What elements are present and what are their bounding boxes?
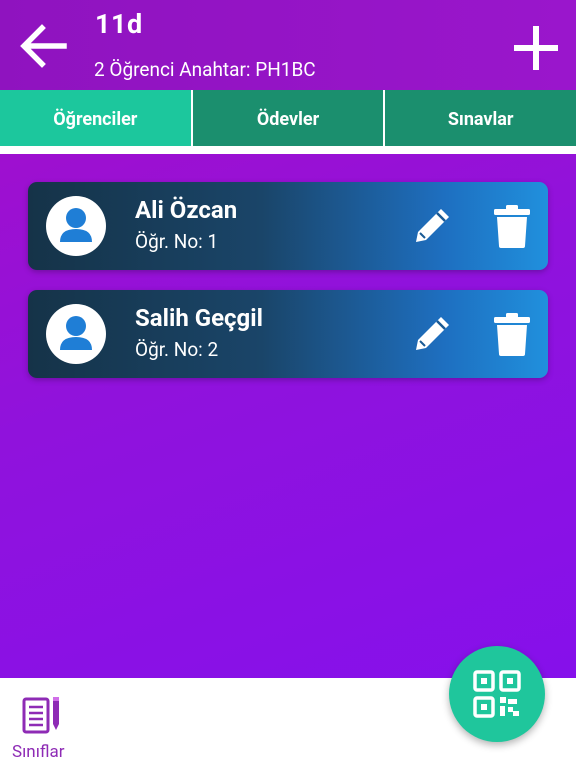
pencil-icon: [416, 317, 449, 350]
tab-label: Ödevler: [256, 108, 320, 130]
app-bar: 11d 2 Öğrenci Anahtar: PH1BC: [0, 0, 576, 90]
back-button[interactable]: [14, 18, 70, 74]
student-card[interactable]: Salih Geçgil Öğr. No: 2: [28, 290, 548, 378]
add-student-button[interactable]: [508, 20, 564, 76]
tab-underline: [385, 146, 576, 154]
tab-exams[interactable]: Sınavlar: [385, 90, 576, 154]
student-name: Ali Özcan: [135, 196, 238, 224]
person-icon: [60, 316, 92, 350]
tab-active-indicator: [0, 146, 191, 154]
trash-icon: [494, 205, 530, 248]
delete-button[interactable]: [490, 202, 534, 250]
edit-button[interactable]: [410, 204, 454, 248]
tab-assignments[interactable]: Ödevler: [192, 90, 384, 154]
nav-item-classes[interactable]: Sınıflar: [8, 692, 80, 762]
delete-button[interactable]: [490, 310, 534, 358]
student-name: Salih Geçgil: [135, 304, 263, 332]
tab-label: Sınavlar: [447, 108, 514, 130]
student-card[interactable]: Ali Özcan Öğr. No: 1: [28, 182, 548, 270]
plus-icon: [514, 26, 558, 70]
notebook-icon: [22, 697, 59, 734]
tab-bar: Öğrenciler Ödevler Sınavlar: [0, 90, 576, 154]
avatar: [46, 304, 106, 364]
edit-button[interactable]: [410, 312, 454, 356]
tab-underline: [192, 146, 384, 154]
qr-code-icon: [473, 670, 521, 718]
person-icon: [60, 208, 92, 242]
tab-label: Öğrenciler: [53, 108, 138, 130]
pencil-icon: [416, 209, 449, 242]
tab-students[interactable]: Öğrenciler: [0, 90, 191, 154]
page-title: 11d: [95, 8, 143, 40]
student-number: Öğr. No: 1: [135, 230, 219, 253]
arrow-left-icon: [20, 24, 67, 68]
avatar: [46, 196, 106, 256]
trash-icon: [494, 313, 530, 356]
nav-item-label: Sınıflar: [12, 742, 65, 762]
student-number: Öğr. No: 2: [135, 338, 219, 361]
qr-code-button[interactable]: [449, 646, 545, 742]
page-subtitle: 2 Öğrenci Anahtar: PH1BC: [94, 58, 316, 81]
